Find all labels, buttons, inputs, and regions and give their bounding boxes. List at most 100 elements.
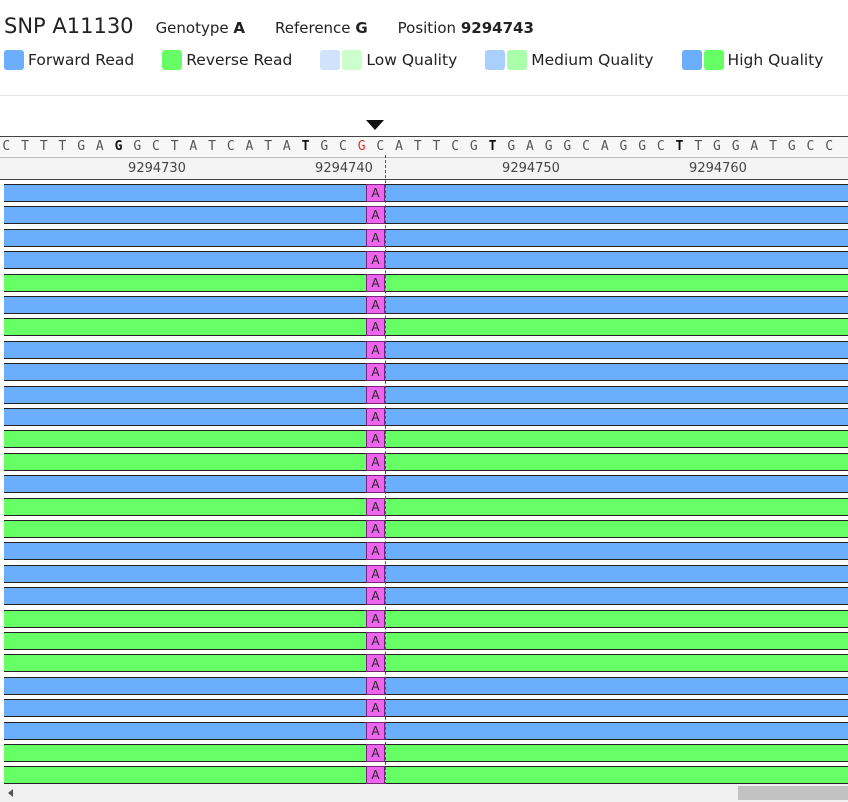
read-allele: A bbox=[366, 430, 385, 449]
read-allele: A bbox=[366, 228, 385, 247]
forward-read[interactable]: A bbox=[4, 228, 848, 247]
title-row: SNP A11130 Genotype A Reference G Positi… bbox=[4, 14, 564, 44]
reference-base: C bbox=[656, 139, 665, 154]
reference-base: G bbox=[320, 139, 329, 154]
reference-base: T bbox=[39, 139, 48, 154]
horizontal-scrollbar[interactable] bbox=[0, 784, 848, 802]
reverse-read[interactable]: A bbox=[4, 632, 848, 650]
forward-read[interactable]: A bbox=[4, 475, 848, 494]
legend-swatch bbox=[4, 50, 24, 70]
ruler-tick: 9294740 bbox=[315, 161, 373, 176]
reference-base: C bbox=[825, 139, 834, 154]
scroll-left-arrow-icon[interactable] bbox=[8, 789, 13, 797]
reference-base: C bbox=[582, 139, 590, 154]
reference-base: A bbox=[245, 139, 254, 154]
reference-base: C bbox=[451, 139, 460, 154]
reverse-read[interactable]: A bbox=[4, 452, 848, 471]
forward-read[interactable]: A bbox=[4, 587, 848, 606]
snp-position-marker-icon bbox=[366, 120, 384, 130]
reference-base: C bbox=[2, 139, 11, 154]
forward-read[interactable]: A bbox=[4, 408, 848, 426]
legend-reverse-read: Reverse Read bbox=[162, 50, 292, 70]
forward-read[interactable]: A bbox=[4, 676, 848, 695]
position-ruler: 9294730 9294740 9294750 9294760 bbox=[0, 158, 848, 180]
legend-label: Low Quality bbox=[366, 51, 458, 69]
reference-base: T bbox=[208, 139, 216, 154]
reference-info: Reference G bbox=[275, 19, 368, 37]
read-allele: A bbox=[366, 699, 385, 718]
reference-value: G bbox=[355, 19, 368, 37]
reference-base: G bbox=[619, 139, 628, 154]
snp-header: SNP A11130 Genotype A Reference G Positi… bbox=[0, 0, 848, 96]
reference-base: T bbox=[58, 139, 67, 154]
legend-swatch bbox=[342, 50, 363, 70]
position-value: 9294743 bbox=[460, 19, 534, 37]
reverse-read[interactable]: A bbox=[4, 520, 848, 538]
reference-base: T bbox=[413, 139, 422, 154]
reverse-read[interactable]: A bbox=[4, 744, 848, 762]
reference-base: G bbox=[563, 139, 572, 154]
read-allele: A bbox=[366, 766, 385, 784]
reference-base: A bbox=[95, 139, 104, 154]
reference-base: A bbox=[526, 139, 534, 154]
reference-base: T bbox=[488, 139, 497, 154]
legend: Forward Read Reverse Read Low Quality Me… bbox=[4, 50, 848, 70]
forward-read[interactable]: A bbox=[4, 296, 848, 314]
reference-base: G bbox=[469, 139, 478, 154]
snp-title: SNP A11130 bbox=[4, 14, 134, 38]
reference-base: C bbox=[152, 139, 160, 154]
forward-read[interactable]: A bbox=[4, 721, 848, 740]
reverse-read[interactable]: A bbox=[4, 497, 848, 516]
reference-base: G bbox=[507, 139, 516, 154]
forward-read[interactable]: A bbox=[4, 363, 848, 382]
reference-base: G bbox=[731, 139, 740, 154]
reference-base: G bbox=[787, 139, 796, 154]
read-allele: A bbox=[366, 587, 385, 606]
scrollbar-thumb[interactable] bbox=[738, 786, 848, 800]
reference-sequence: CTTTGAGGCTATCATATGCGCATTCGTGAGGCAGGCTTGG… bbox=[0, 136, 848, 158]
legend-swatch bbox=[507, 50, 528, 70]
reference-base: C bbox=[339, 139, 347, 154]
forward-read[interactable]: A bbox=[4, 206, 848, 225]
read-allele: A bbox=[366, 475, 385, 494]
read-pileup[interactable]: AAAAAAAAAAAAAAAAAAAAAAAAAAA bbox=[0, 184, 848, 784]
legend-swatch bbox=[320, 50, 341, 70]
read-allele: A bbox=[366, 744, 385, 762]
reference-base: G bbox=[638, 139, 647, 154]
reverse-read[interactable]: A bbox=[4, 766, 848, 784]
forward-read[interactable]: A bbox=[4, 385, 848, 404]
reverse-read[interactable]: A bbox=[4, 654, 848, 673]
read-allele: A bbox=[366, 385, 385, 404]
position-info: Position 9294743 bbox=[398, 19, 534, 37]
genotype-label: Genotype bbox=[155, 19, 229, 37]
reference-base: C bbox=[376, 139, 385, 154]
read-allele: A bbox=[366, 296, 385, 314]
forward-read[interactable]: A bbox=[4, 184, 848, 202]
reference-base: A bbox=[600, 139, 609, 154]
reverse-read[interactable]: A bbox=[4, 609, 848, 628]
reference-base: G bbox=[133, 139, 142, 154]
read-allele: A bbox=[366, 520, 385, 538]
read-allele: A bbox=[366, 654, 385, 673]
reference-base: T bbox=[675, 139, 684, 154]
legend-label: Forward Read bbox=[28, 51, 135, 69]
forward-read[interactable]: A bbox=[4, 564, 848, 583]
genotype-info: Genotype A bbox=[156, 19, 245, 37]
reference-base: T bbox=[769, 139, 777, 154]
legend-label: Medium Quality bbox=[531, 51, 654, 69]
forward-read[interactable]: A bbox=[4, 340, 848, 359]
ruler-tick: 9294760 bbox=[689, 161, 747, 176]
legend-swatch bbox=[485, 50, 506, 70]
forward-read[interactable]: A bbox=[4, 699, 848, 718]
reference-base: T bbox=[432, 139, 441, 154]
reverse-read[interactable]: A bbox=[4, 273, 848, 292]
reverse-read[interactable]: A bbox=[4, 430, 848, 449]
legend-medium-quality: Medium Quality bbox=[485, 50, 654, 70]
reference-base: G bbox=[114, 139, 123, 154]
reverse-read[interactable]: A bbox=[4, 318, 848, 337]
forward-read[interactable]: A bbox=[4, 251, 848, 270]
read-allele: A bbox=[366, 273, 385, 292]
legend-swatch bbox=[162, 50, 183, 70]
reference-base: C bbox=[806, 139, 815, 154]
forward-read[interactable]: A bbox=[4, 542, 848, 561]
